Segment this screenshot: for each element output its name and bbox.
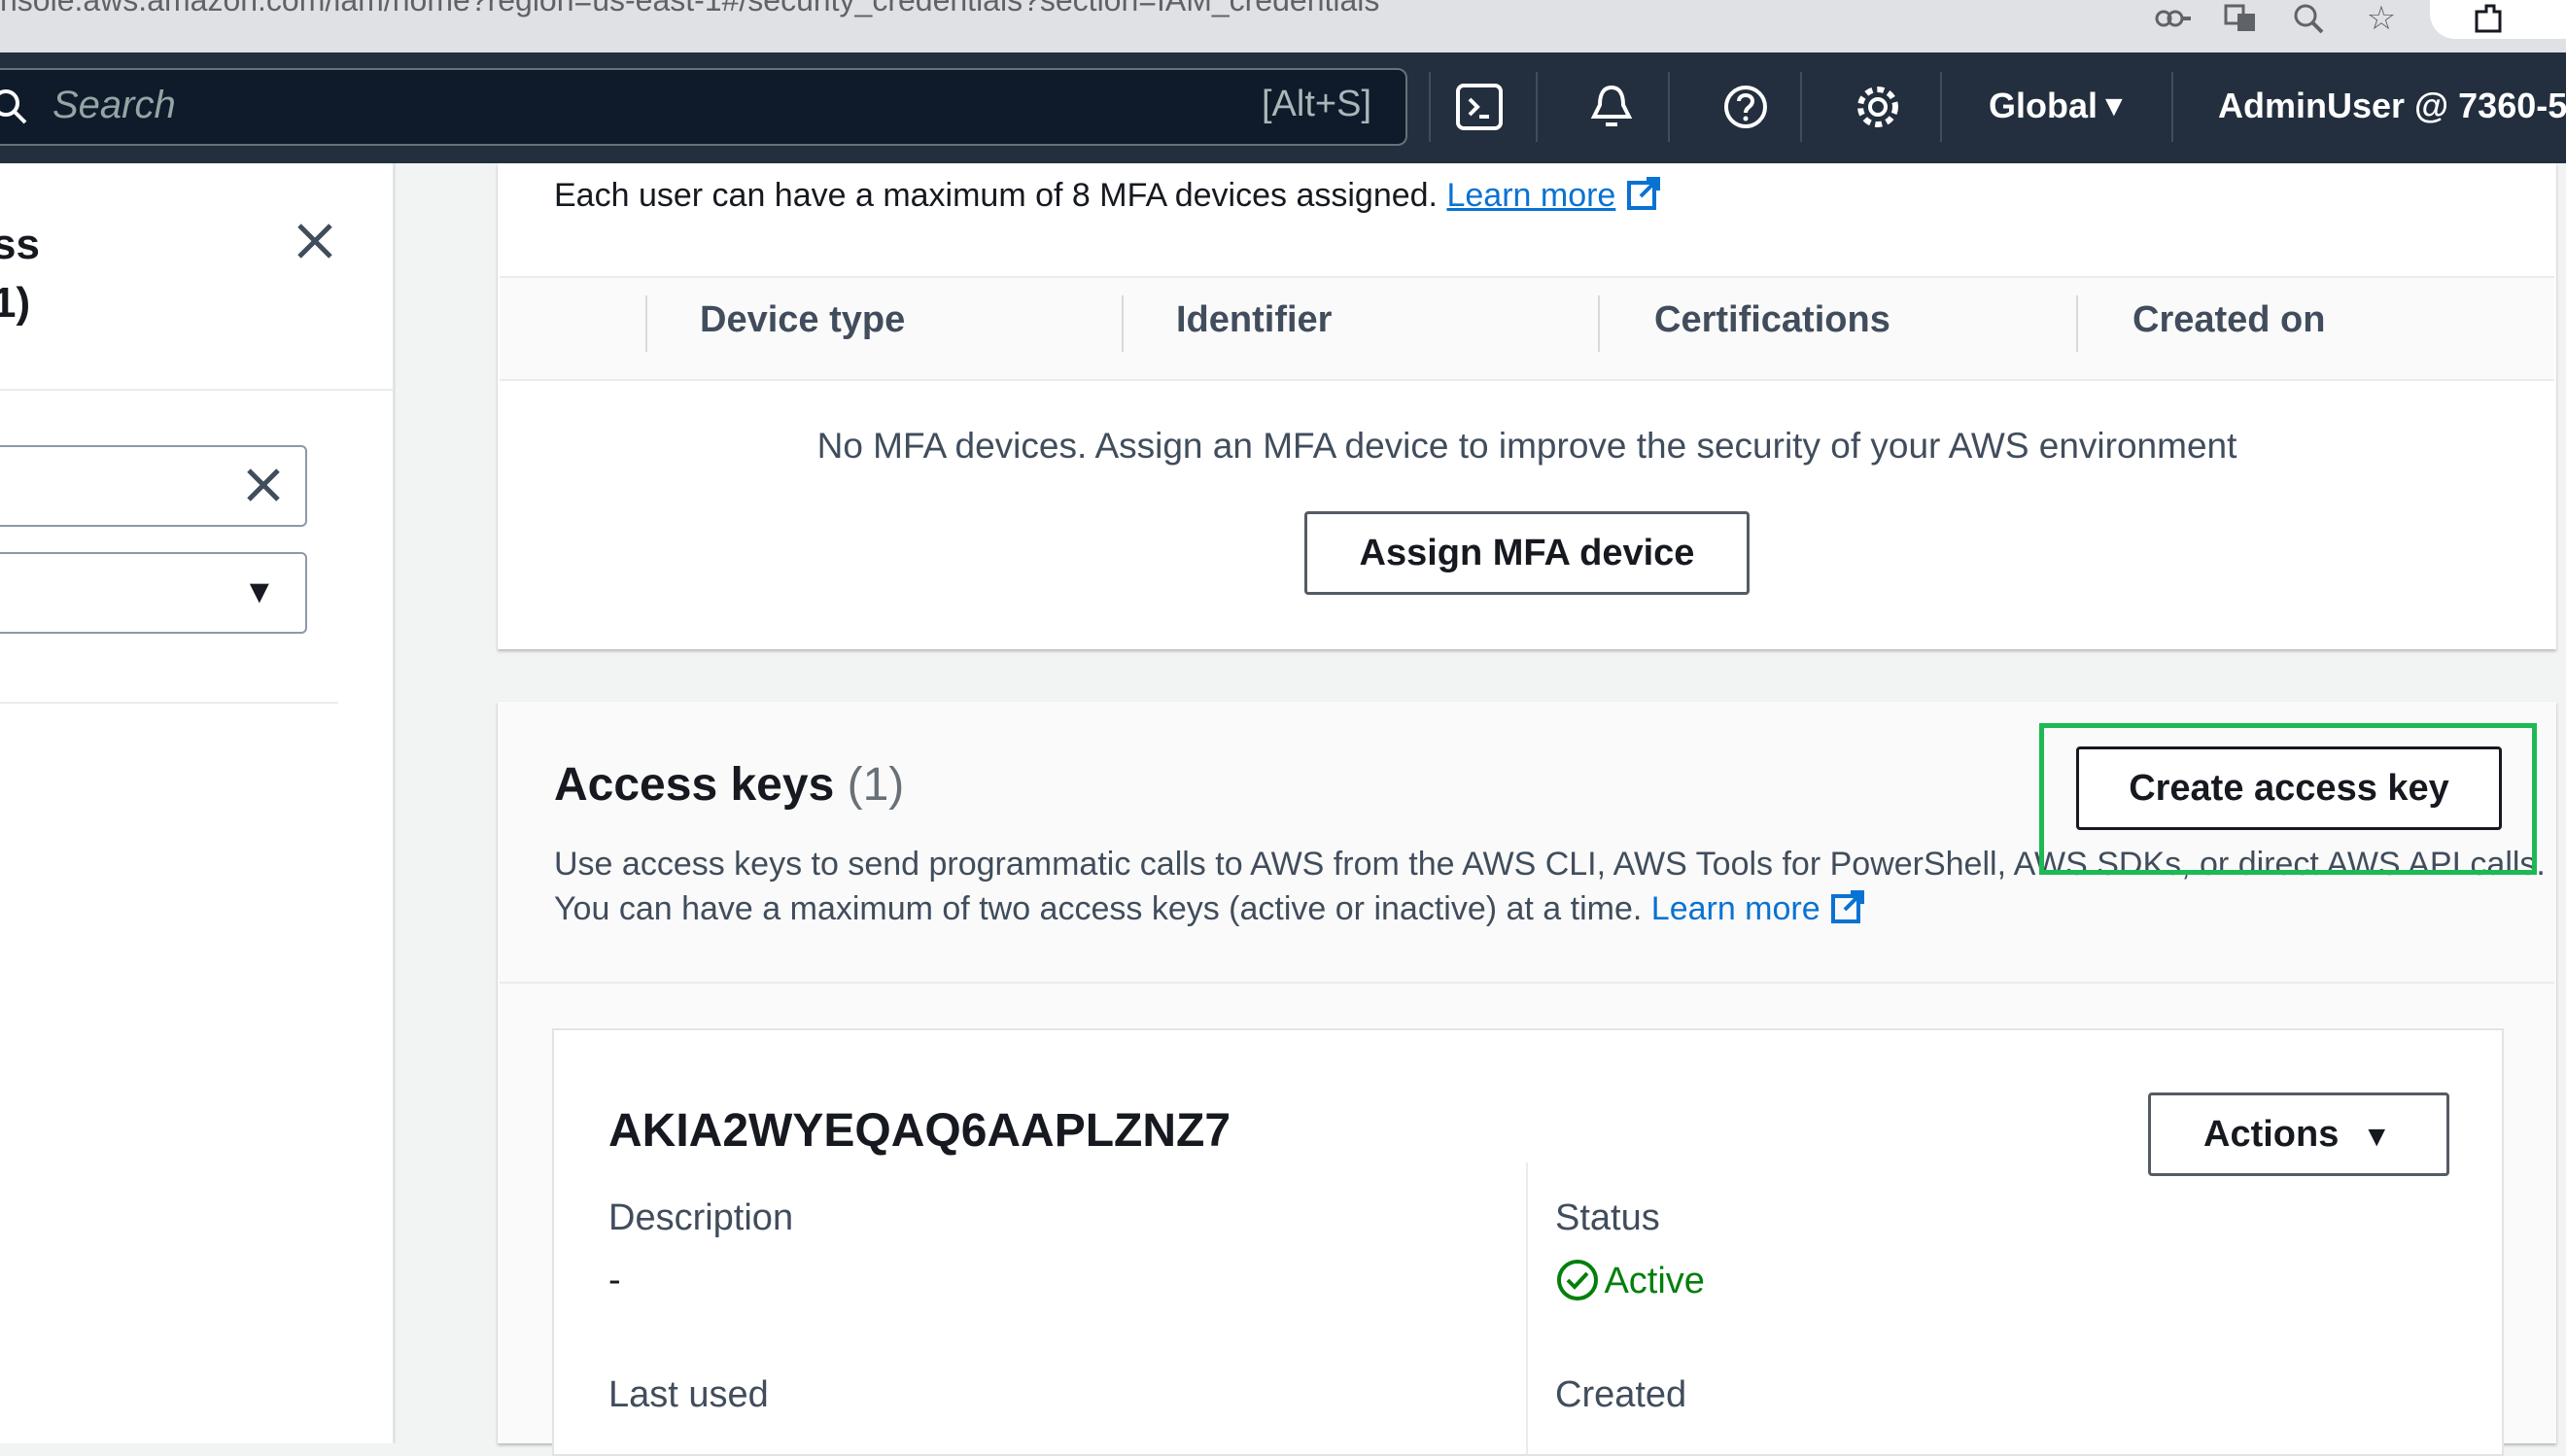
nav-divider xyxy=(2171,72,2173,142)
nav-divider xyxy=(1940,72,1942,142)
account-menu[interactable]: AdminUser @ 7360-594 xyxy=(2218,86,2566,126)
assign-mfa-device-button[interactable]: Assign MFA device xyxy=(1304,511,1750,595)
column-header-identifier[interactable]: Identifier xyxy=(1176,299,1332,341)
column-divider xyxy=(645,295,647,352)
notifications-bell-icon[interactable] xyxy=(1582,78,1641,136)
panel-title: ss 1) xyxy=(0,221,40,327)
last-used-label: Last used xyxy=(608,1374,769,1415)
zoom-icon[interactable] xyxy=(2290,2,2329,35)
column-divider xyxy=(1526,1162,1528,1454)
help-icon[interactable] xyxy=(1716,78,1775,136)
highlight-box xyxy=(2039,723,2537,875)
mfa-empty-state: No MFA devices. Assign an MFA device to … xyxy=(816,426,2237,466)
column-header-device-type[interactable]: Device type xyxy=(700,299,905,341)
caret-down-icon: ▼ xyxy=(2362,1121,2392,1153)
clear-icon[interactable] xyxy=(241,463,286,512)
access-keys-limit-note: You can have a maximum of two access key… xyxy=(554,888,1868,928)
description-label: Description xyxy=(608,1197,794,1238)
access-keys-title-text: Access keys xyxy=(554,759,835,811)
nav-divider xyxy=(1429,72,1431,142)
nav-divider xyxy=(1668,72,1670,142)
check-circle-icon xyxy=(1557,1260,1598,1300)
bookmark-star-icon[interactable]: ☆ xyxy=(2362,2,2401,35)
access-keys-title: Access keys (1) xyxy=(554,758,904,812)
access-keys-count: (1) xyxy=(847,759,905,811)
external-link-icon xyxy=(1831,890,1865,923)
search-icon xyxy=(0,86,31,133)
nav-divider xyxy=(1536,72,1538,142)
search-input[interactable] xyxy=(0,68,1407,146)
panel-divider xyxy=(0,389,393,391)
created-label: Created xyxy=(1555,1374,1687,1415)
access-keys-learn-more-link[interactable]: Learn more xyxy=(1651,890,1820,927)
mfa-learn-more-link[interactable]: Learn more xyxy=(1446,177,1615,214)
column-divider xyxy=(1122,295,1124,352)
description-value: - xyxy=(608,1260,621,1300)
region-selector[interactable]: Global xyxy=(1989,86,2098,126)
status-indicator: Active xyxy=(1555,1258,1705,1302)
caret-down-icon: ▼ xyxy=(243,573,276,610)
status-label: Status xyxy=(1555,1197,1660,1238)
card-divider xyxy=(500,982,2554,984)
panel-divider xyxy=(0,702,338,704)
browser-url[interactable]: nsole.aws.amazon.com/iam/home?region=us-… xyxy=(0,0,1379,18)
password-key-icon[interactable] xyxy=(2154,2,2193,35)
nav-divider xyxy=(1800,72,1802,142)
left-help-panel xyxy=(0,163,396,1443)
search-placeholder: Search xyxy=(52,84,176,126)
column-header-created-on[interactable]: Created on xyxy=(2133,299,2325,341)
column-header-certifications[interactable]: Certifications xyxy=(1654,299,1890,341)
column-divider xyxy=(1598,295,1600,352)
settings-gear-icon[interactable] xyxy=(1849,78,1907,136)
cloudshell-icon[interactable] xyxy=(1450,78,1508,136)
caret-down-icon: ▼ xyxy=(2099,90,2129,122)
status-value: Active xyxy=(1604,1261,1705,1301)
mfa-note-text: Each user can have a maximum of 8 MFA de… xyxy=(554,177,1439,214)
external-link-icon xyxy=(1626,177,1660,210)
access-key-id: AKIA2WYEQAQ6AAPLZNZ7 xyxy=(608,1105,1231,1157)
actions-label: Actions xyxy=(2203,1114,2340,1155)
close-icon[interactable] xyxy=(292,218,338,269)
column-divider xyxy=(2076,295,2078,352)
extensions-icon[interactable] xyxy=(2469,2,2508,35)
access-keys-limit-text: You can have a maximum of two access key… xyxy=(554,890,1643,927)
actions-dropdown-button[interactable]: Actions ▼ xyxy=(2148,1092,2449,1176)
search-shortcut-hint: [Alt+S] xyxy=(1262,84,1371,124)
mfa-limit-note: Each user can have a maximum of 8 MFA de… xyxy=(554,175,1664,215)
translate-icon[interactable] xyxy=(2222,2,2261,35)
